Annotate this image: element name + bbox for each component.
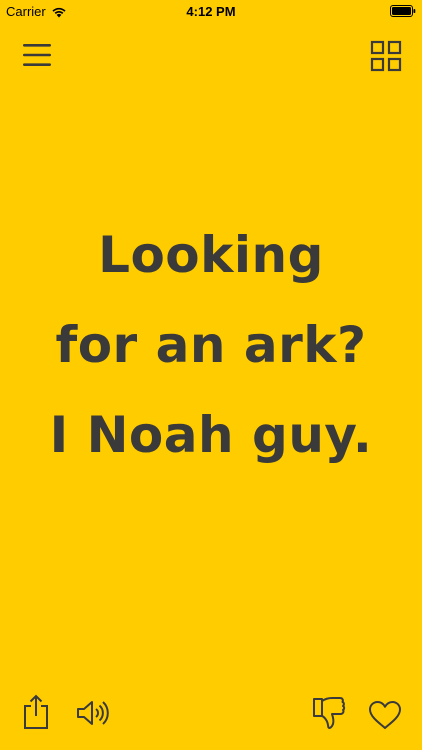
menu-button[interactable] <box>22 42 52 68</box>
joke-line-2: for an ark? <box>55 316 367 374</box>
like-button[interactable] <box>368 700 402 730</box>
status-time: 4:12 PM <box>186 4 236 19</box>
joke-text: Looking for an ark? I Noah guy. <box>0 210 422 480</box>
joke-line-1: Looking <box>98 226 324 284</box>
categories-grid-button[interactable] <box>370 40 402 72</box>
grid-icon <box>370 40 402 72</box>
sound-button[interactable] <box>76 700 110 726</box>
status-bar: Carrier 4:12 PM <box>0 0 422 22</box>
heart-icon <box>368 700 402 730</box>
hamburger-menu-icon <box>22 42 52 68</box>
dislike-button[interactable] <box>312 696 346 732</box>
thumbs-down-icon <box>312 696 346 732</box>
battery-icon <box>390 5 416 17</box>
speaker-icon <box>76 700 110 726</box>
share-button[interactable] <box>22 694 50 730</box>
joke-line-3: I Noah guy. <box>49 406 373 464</box>
share-icon <box>22 694 50 730</box>
